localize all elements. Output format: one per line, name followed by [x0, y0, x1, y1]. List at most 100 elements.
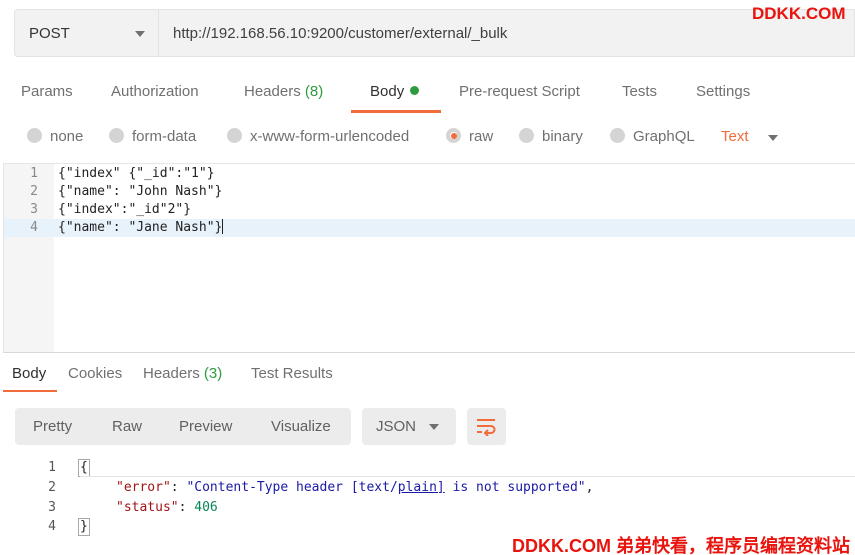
radio-label: x-www-form-urlencoded: [250, 128, 410, 145]
view-visualize-button[interactable]: Visualize: [271, 418, 331, 435]
radio-label: raw: [469, 128, 494, 145]
tab-authorization[interactable]: Authorization: [111, 83, 199, 100]
tab-label: Body: [12, 365, 47, 382]
chevron-down-icon: [135, 31, 145, 37]
active-tab-underline: [3, 390, 57, 392]
code-line-current: 4 {"name": "Jane Nash"}: [4, 219, 855, 237]
radio-raw[interactable]: raw: [446, 128, 493, 145]
tab-response-body[interactable]: Body: [12, 365, 46, 382]
view-pretty-button[interactable]: Pretty: [33, 418, 72, 435]
code-line: 3 {"index":"_id"2"}: [4, 201, 855, 219]
indent-guide: [80, 476, 855, 477]
line-number: 1: [48, 460, 56, 475]
radio-form-data[interactable]: form-data: [109, 128, 196, 145]
tab-label: Pre-request Script: [459, 83, 580, 100]
resp-line: 2 "error": "Content-Type header [text/pl…: [0, 478, 855, 498]
radio-x-www-form-urlencoded[interactable]: x-www-form-urlencoded: [227, 128, 409, 145]
json-string: is not supported": [444, 480, 586, 495]
tab-label: Test Results: [251, 365, 333, 382]
modified-dot-icon: [410, 86, 420, 95]
line-number: 2: [30, 184, 38, 199]
request-body-editor[interactable]: 1 {"index" {"_id":"1"} 2 {"name": "John …: [3, 163, 855, 353]
radio-label: none: [50, 128, 84, 145]
tab-label: Tests: [622, 83, 658, 100]
line-text: {"index" {"_id":"1"}: [58, 166, 215, 181]
json-link[interactable]: plain]: [398, 480, 445, 495]
headers-count-badge: (3): [203, 365, 223, 382]
line-number: 1: [30, 166, 38, 181]
format-label: JSON: [376, 418, 417, 435]
tab-test-results[interactable]: Test Results: [251, 365, 333, 382]
radio-label: form-data: [132, 128, 197, 145]
radio-icon: [519, 128, 534, 143]
radio-label: GraphQL: [633, 128, 695, 145]
json-number: 406: [194, 500, 218, 515]
response-format-select[interactable]: JSON: [362, 408, 456, 445]
radio-checked-icon: [446, 128, 461, 143]
tab-body[interactable]: Body: [370, 83, 420, 100]
line-text: {"index":"_id"2"}: [58, 202, 192, 217]
line-number: 3: [30, 202, 38, 217]
radio-binary[interactable]: binary: [519, 128, 583, 145]
radio-label: binary: [542, 128, 583, 145]
body-type-selector: none form-data x-www-form-urlencoded raw…: [0, 122, 855, 156]
method-select[interactable]: POST: [14, 9, 159, 57]
headers-count-badge: (8): [304, 83, 324, 100]
line-text: }: [78, 517, 90, 537]
tab-label: Headers: [143, 365, 200, 382]
tab-label: Cookies: [68, 365, 123, 382]
tab-settings[interactable]: Settings: [696, 83, 750, 100]
chevron-down-icon: [768, 135, 778, 141]
radio-graphql[interactable]: GraphQL: [610, 128, 695, 145]
tab-label: Settings: [696, 83, 751, 100]
line-number: 3: [48, 500, 56, 515]
response-tabs: Body Cookies Headers (3) Test Results: [0, 356, 855, 392]
line-number: 2: [48, 480, 56, 495]
text-caret: [222, 219, 224, 234]
tab-label: Headers: [244, 83, 301, 100]
radio-icon: [109, 128, 124, 143]
view-preview-button[interactable]: Preview: [179, 418, 232, 435]
view-raw-button[interactable]: Raw: [112, 418, 142, 435]
resp-line: 3 "status": 406: [0, 498, 855, 518]
url-input[interactable]: http://192.168.56.10:9200/customer/exter…: [158, 9, 855, 57]
json-colon: :: [178, 500, 195, 515]
code-line: 1 {"index" {"_id":"1"}: [4, 165, 855, 183]
resp-line: 1 {: [0, 458, 855, 478]
tab-label: Authorization: [111, 83, 199, 100]
raw-type-label: Text: [721, 128, 749, 145]
json-string: "Content-Type header [text/: [186, 480, 398, 495]
tab-params[interactable]: Params: [21, 83, 73, 100]
radio-none[interactable]: none: [27, 128, 83, 145]
url-text: http://192.168.56.10:9200/customer/exter…: [173, 25, 508, 42]
tab-label: Params: [21, 83, 73, 100]
line-text-content: {"name": "Jane Nash"}: [58, 220, 223, 235]
tab-cookies[interactable]: Cookies: [68, 365, 122, 382]
tab-response-headers[interactable]: Headers (3): [143, 365, 222, 382]
response-view-toggle: Pretty Raw Preview Visualize: [15, 408, 351, 445]
json-colon: :: [170, 480, 187, 495]
line-text: "status": 406: [116, 498, 218, 518]
wrap-lines-button[interactable]: [467, 408, 506, 445]
line-text: {"name": "John Nash"}: [58, 184, 223, 199]
method-label: POST: [29, 25, 70, 42]
line-text: {: [78, 458, 90, 478]
line-text: {"name": "Jane Nash"}: [58, 219, 224, 237]
json-key: "status": [116, 500, 179, 515]
request-tabs: Params Authorization Headers (8) Body Pr…: [0, 68, 855, 116]
wrap-lines-icon: [477, 419, 496, 436]
active-tab-underline: [351, 110, 441, 113]
line-number: 4: [30, 220, 38, 235]
tab-pre-request-script[interactable]: Pre-request Script: [459, 83, 580, 100]
line-text: "error": "Content-Type header [text/plai…: [116, 478, 593, 498]
tab-headers[interactable]: Headers (8): [244, 83, 323, 100]
json-comma: ,: [585, 480, 594, 495]
watermark-top: DDKK.COM: [752, 4, 846, 23]
tab-label: Body: [370, 83, 405, 100]
code-line: 2 {"name": "John Nash"}: [4, 183, 855, 201]
radio-icon: [27, 128, 42, 143]
tab-tests[interactable]: Tests: [622, 83, 657, 100]
brace-open: {: [78, 459, 90, 477]
radio-icon: [227, 128, 242, 143]
watermark-bottom: DDKK.COM 弟弟快看，程序员编程资料站: [512, 536, 850, 555]
